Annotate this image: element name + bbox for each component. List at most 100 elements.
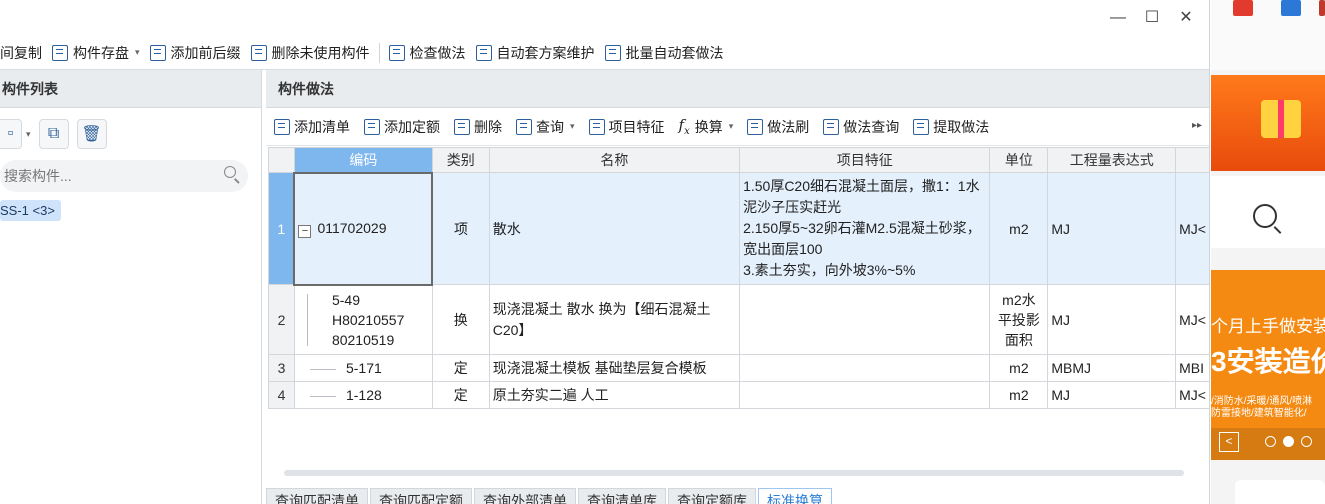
extra-cell[interactable]: MBI (1175, 354, 1209, 382)
chevron-down-icon[interactable]: ▾ (135, 47, 140, 58)
item-feature-button[interactable]: 项目特征 (588, 117, 672, 137)
col-unit[interactable]: 单位 (989, 147, 1049, 173)
add-list-button[interactable]: 添加清单 (274, 117, 357, 137)
unit-cell[interactable]: m2 (989, 172, 1049, 285)
title-bar: — ☐ ✕ (0, 0, 1209, 36)
method-brush-button[interactable]: 做法刷 (747, 117, 816, 137)
extra-cell[interactable]: MJ< (1175, 172, 1209, 285)
extra-cell[interactable]: MJ< (1175, 284, 1209, 355)
tab-list-library[interactable]: 查询清单库 (578, 488, 666, 504)
col-feature[interactable]: 项目特征 (739, 147, 991, 173)
carousel-dot[interactable] (1301, 436, 1312, 447)
add-quota-button[interactable]: 添加定额 (364, 117, 447, 137)
type-cell[interactable]: 定 (431, 354, 490, 382)
tab-external-list[interactable]: 查询外部清单 (474, 488, 576, 504)
name-cell[interactable]: 原土夯实二遍 人工 (488, 381, 741, 409)
more-tools-icon[interactable]: ▸▸ (1192, 120, 1202, 131)
table-row[interactable]: 3 5-171 定 现浇混凝土模板 基础垫层复合模板 m2 MBMJ MBI (268, 354, 1209, 382)
promo-banner-gift[interactable] (1211, 75, 1325, 171)
fx-icon: fx (679, 116, 690, 137)
delete-unused-button[interactable]: 删除未使用构件 (246, 39, 375, 67)
side-bottom-card[interactable] (1235, 480, 1325, 504)
horizontal-scrollbar[interactable] (284, 470, 1184, 476)
carousel-dot[interactable] (1265, 436, 1276, 447)
code-cell[interactable]: 1-128 (293, 381, 433, 409)
pdf-icon[interactable] (1233, 0, 1253, 16)
gift-icon (1261, 100, 1301, 138)
col-expression[interactable]: 工程量表达式 (1047, 147, 1177, 173)
code-cell[interactable]: 5-49 H80210557 80210519 (293, 284, 433, 355)
delete-component-button[interactable]: 🗑 (76, 119, 107, 149)
save-component-button[interactable]: 构件存盘 ▾ (47, 39, 145, 67)
translate-icon[interactable] (1281, 0, 1301, 16)
feature-cell[interactable] (739, 284, 991, 355)
search-icon[interactable] (1253, 204, 1277, 228)
expression-cell[interactable]: MBMJ (1047, 354, 1177, 382)
carousel-dot-active[interactable] (1283, 436, 1294, 447)
copy-button[interactable]: 间复制 (0, 39, 47, 67)
row-number[interactable]: 3 (268, 354, 295, 382)
unit-cell[interactable]: m2 (989, 381, 1049, 409)
feature-cell[interactable]: 1.50厚C20细石混凝土面层，撒1：1水泥沙子压实赶光 2.150厚5~32卵… (739, 172, 991, 285)
feature-cell[interactable] (739, 381, 991, 409)
table-row[interactable]: 4 1-128 定 原土夯实二遍 人工 m2 MJ MJ< (268, 381, 1209, 409)
tab-match-list[interactable]: 查询匹配清单 (266, 488, 368, 504)
side-search[interactable] (1211, 176, 1325, 248)
search-input[interactable]: 搜索构件... (0, 160, 248, 192)
tab-standard-convert[interactable]: 标准换算 (758, 488, 832, 504)
code-cell[interactable]: −011702029 (293, 171, 434, 286)
method-query-button[interactable]: 做法查询 (823, 117, 906, 137)
close-button[interactable]: ✕ (1176, 8, 1196, 28)
method-query-icon (823, 118, 840, 135)
duplicate-icon: ⧉ (47, 125, 60, 142)
search-icon[interactable] (224, 166, 236, 178)
expression-cell[interactable]: MJ (1047, 381, 1177, 409)
expression-cell[interactable]: MJ (1047, 284, 1177, 355)
code-cell[interactable]: 5-171 (293, 354, 433, 382)
row-number[interactable]: 4 (268, 381, 295, 409)
collapse-icon[interactable]: − (298, 224, 312, 238)
auto-scheme-button[interactable]: 自动套方案维护 (471, 39, 600, 67)
maximize-button[interactable]: ☐ (1142, 8, 1162, 28)
tab-quota-library[interactable]: 查询定额库 (668, 488, 756, 504)
check-method-button[interactable]: 检查做法 (384, 39, 471, 67)
new-component-button[interactable]: ▫ (0, 119, 22, 149)
chevron-down-icon[interactable]: ▾ (729, 121, 734, 132)
table-row[interactable]: 2 5-49 H80210557 80210519 换 现浇混凝土 散水 换为【… (268, 284, 1209, 355)
delete-unused-label: 删除未使用构件 (271, 44, 370, 61)
chevron-down-icon[interactable]: ▾ (570, 121, 575, 132)
expression-cell[interactable]: MJ (1047, 172, 1177, 285)
row-number[interactable]: 1 (268, 172, 295, 285)
minimize-button[interactable]: — (1108, 8, 1128, 28)
extract-method-label: 提取做法 (933, 118, 990, 135)
name-cell[interactable]: 现浇混凝土模板 基础垫层复合模板 (488, 354, 741, 382)
method-table: 编码 类别 名称 项目特征 单位 工程量表达式 1 −011702029 项 散… (268, 147, 1209, 409)
row-number[interactable]: 2 (268, 284, 295, 355)
col-type[interactable]: 类别 (431, 147, 490, 173)
extract-method-button[interactable]: 提取做法 (913, 117, 996, 137)
duplicate-button[interactable]: ⧉ (38, 119, 69, 149)
component-item-ss-1[interactable]: SS-1 <3> (0, 200, 61, 221)
feature-cell[interactable] (739, 354, 991, 382)
prev-arrow-icon[interactable]: < (1219, 432, 1239, 452)
query-icon (516, 118, 532, 135)
type-cell[interactable]: 换 (431, 284, 490, 355)
add-prefix-button[interactable]: 添加前后缀 (145, 39, 246, 67)
convert-button[interactable]: fx 换算 ▾ (679, 116, 741, 137)
extra-cell[interactable]: MJ< (1175, 381, 1209, 409)
type-cell[interactable]: 定 (431, 381, 490, 409)
col-code[interactable]: 编码 (293, 147, 433, 173)
app-icon[interactable] (1319, 0, 1325, 16)
query-button[interactable]: 查询 ▾ (516, 117, 582, 137)
chevron-down-icon[interactable]: ▾ (26, 129, 31, 140)
name-cell[interactable]: 散水 (488, 172, 741, 285)
batch-auto-button[interactable]: 批量自动套做法 (600, 39, 729, 67)
name-cell[interactable]: 现浇混凝土 散水 换为【细石混凝土 C20】 (488, 284, 741, 355)
table-row[interactable]: 1 −011702029 项 散水 1.50厚C20细石混凝土面层，撒1：1水泥… (268, 171, 1209, 286)
col-name[interactable]: 名称 (488, 147, 741, 173)
type-cell[interactable]: 项 (431, 172, 490, 285)
delete-button[interactable]: 删除 (454, 117, 509, 137)
unit-cell[interactable]: m2水平投影面积 (989, 284, 1049, 355)
unit-cell[interactable]: m2 (989, 354, 1049, 382)
tab-match-quota[interactable]: 查询匹配定额 (370, 488, 472, 504)
